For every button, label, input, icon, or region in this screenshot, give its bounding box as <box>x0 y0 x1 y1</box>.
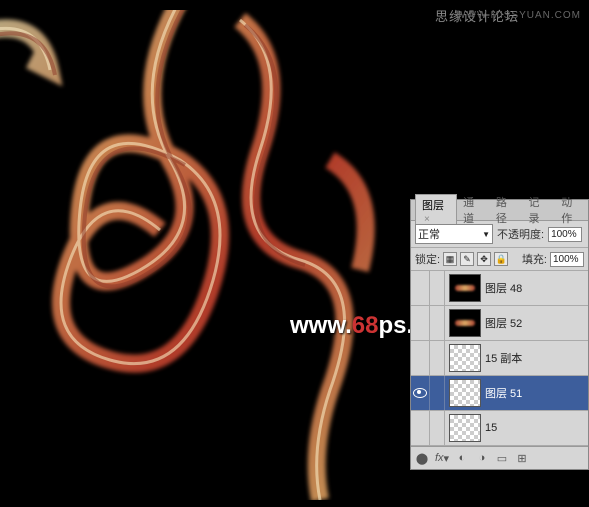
link-cell[interactable] <box>430 341 445 375</box>
opacity-input[interactable]: 100% <box>548 227 582 242</box>
layers-panel: 图层× 通道 路径 记录 动作 正常▼ 不透明度: 100% 锁定: ▦ ✎ ✥… <box>410 199 589 470</box>
fx-icon[interactable]: fx▾ <box>435 451 449 465</box>
chevron-down-icon: ▼ <box>482 230 490 239</box>
adjustment-icon[interactable]: ◑ <box>475 451 489 465</box>
lock-transparency-icon[interactable]: ▦ <box>443 252 457 266</box>
layer-thumbnail[interactable] <box>449 274 481 302</box>
layer-row[interactable]: 图层 52 <box>411 306 588 341</box>
lock-row: 锁定: ▦ ✎ ✥ 🔒 填充: 100% <box>411 248 588 271</box>
layer-row-selected[interactable]: 图层 51 <box>411 376 588 411</box>
tab-channels[interactable]: 通道 <box>457 192 490 228</box>
visibility-toggle[interactable] <box>411 376 430 410</box>
tab-paths[interactable]: 路径 <box>490 192 523 228</box>
layer-list: 图层 48 图层 52 15 副本 图层 51 15 <box>411 271 588 446</box>
layer-row[interactable]: 15 <box>411 411 588 446</box>
lock-pixels-icon[interactable]: ✎ <box>460 252 474 266</box>
mask-icon[interactable]: ◐ <box>455 451 469 465</box>
layer-thumbnail[interactable] <box>449 379 481 407</box>
fill-label: 填充: <box>522 251 547 267</box>
panel-footer: ⬤ fx▾ ◐ ◑ ▭ ⊞ <box>411 446 588 469</box>
eye-icon <box>413 388 427 398</box>
layer-name[interactable]: 15 <box>485 422 588 434</box>
link-cell[interactable] <box>430 376 445 410</box>
link-cell[interactable] <box>430 411 445 445</box>
visibility-toggle[interactable] <box>411 411 430 445</box>
lock-label: 锁定: <box>415 251 440 267</box>
layer-name[interactable]: 图层 52 <box>485 315 588 331</box>
tab-actions[interactable]: 动作 <box>555 192 588 228</box>
new-layer-icon[interactable]: ⊞ <box>515 451 529 465</box>
layer-name[interactable]: 15 副本 <box>485 350 588 366</box>
layer-name[interactable]: 图层 48 <box>485 280 588 296</box>
blend-mode-select[interactable]: 正常▼ <box>415 224 493 244</box>
header-url: WWW.MISSYUAN.COM <box>456 10 581 21</box>
light-effect-artwork <box>0 10 430 500</box>
visibility-toggle[interactable] <box>411 341 430 375</box>
folder-icon[interactable]: ▭ <box>495 451 509 465</box>
layer-thumbnail[interactable] <box>449 414 481 442</box>
visibility-toggle[interactable] <box>411 306 430 340</box>
tab-layers[interactable]: 图层× <box>415 194 457 228</box>
link-layers-icon[interactable]: ⬤ <box>415 451 429 465</box>
layer-thumbnail[interactable] <box>449 344 481 372</box>
layer-row[interactable]: 15 副本 <box>411 341 588 376</box>
layer-thumbnail[interactable] <box>449 309 481 337</box>
opacity-label: 不透明度: <box>497 226 544 242</box>
lock-position-icon[interactable]: ✥ <box>477 252 491 266</box>
link-cell[interactable] <box>430 271 445 305</box>
layer-row[interactable]: 图层 48 <box>411 271 588 306</box>
link-cell[interactable] <box>430 306 445 340</box>
panel-tabs: 图层× 通道 路径 记录 动作 <box>411 200 588 221</box>
visibility-toggle[interactable] <box>411 271 430 305</box>
tab-history[interactable]: 记录 <box>523 192 556 228</box>
fill-input[interactable]: 100% <box>550 252 584 267</box>
close-icon[interactable]: × <box>424 214 430 225</box>
lock-all-icon[interactable]: 🔒 <box>494 252 508 266</box>
layer-name[interactable]: 图层 51 <box>485 385 588 401</box>
